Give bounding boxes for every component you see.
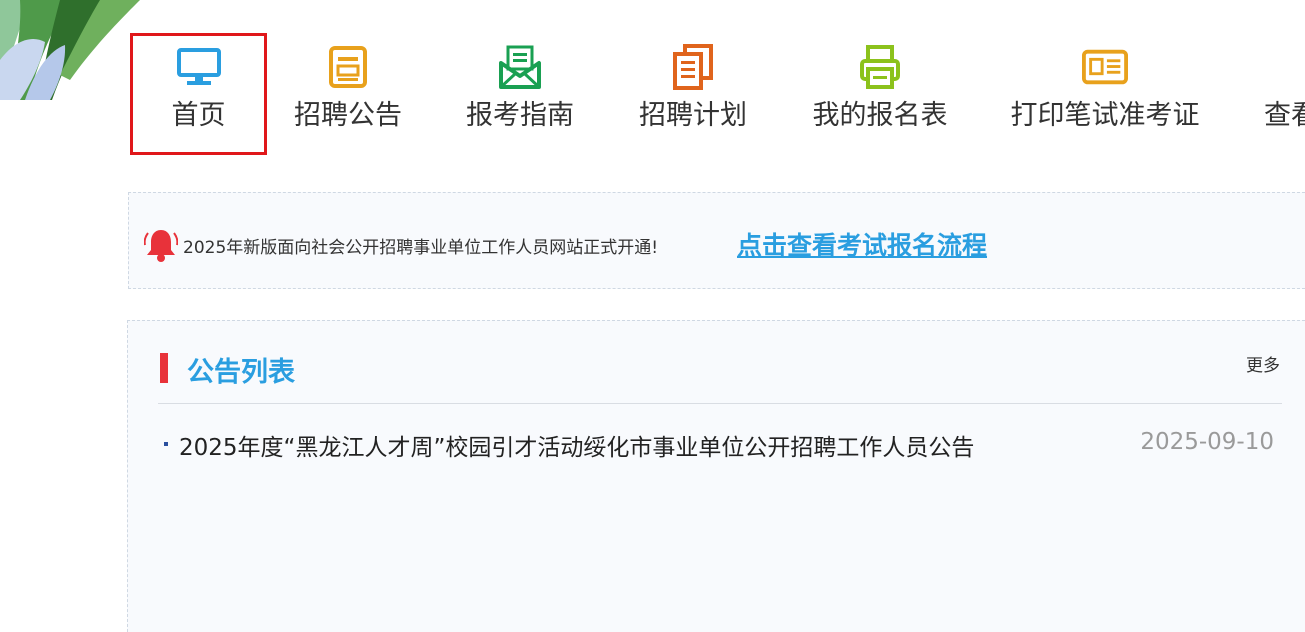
top-navigation: 首页 招聘公告 报考指南 招聘计划 我的报名表 打印笔试准考证 查看	[0, 0, 1305, 160]
bell-icon	[144, 230, 178, 262]
announcement-date: 2025-09-10	[1140, 429, 1274, 455]
registration-printer-icon	[857, 44, 903, 90]
nav-item-home[interactable]: 首页	[130, 33, 267, 155]
nav-label-view: 查看	[1264, 100, 1305, 131]
nav-item-my-registration[interactable]: 我的报名表	[800, 36, 960, 154]
title-accent-bar	[160, 353, 168, 383]
announcement-list: 2025年度“黑龙江人才周”校园引才活动绥化市事业单位公开招聘工作人员公告 20…	[158, 426, 1282, 466]
nav-item-exam-guide[interactable]: 报考指南	[452, 36, 588, 154]
announcement-icon	[325, 44, 371, 90]
more-link[interactable]: 更多	[1246, 351, 1280, 376]
nav-item-view[interactable]: 查看	[1240, 36, 1305, 154]
monitor-icon	[176, 44, 222, 90]
registration-process-link[interactable]: 点击查看考试报名流程	[737, 226, 987, 262]
announcement-title[interactable]: 2025年度“黑龙江人才周”校园引才活动绥化市事业单位公开招聘工作人员公告	[179, 428, 974, 462]
notice-bar: 2025年新版面向社会公开招聘事业单位工作人员网站正式开通! 点击查看考试报名流…	[128, 192, 1305, 289]
nav-label-exam-guide: 报考指南	[466, 100, 574, 131]
nav-label-recruitment-plan: 招聘计划	[639, 100, 747, 131]
id-card-icon	[1082, 44, 1128, 90]
list-bullet	[164, 442, 168, 446]
panel-title: 公告列表	[187, 357, 295, 388]
nav-item-recruitment-plan[interactable]: 招聘计划	[625, 36, 761, 154]
panel-divider	[158, 403, 1282, 404]
view-icon	[1240, 44, 1286, 90]
announcement-panel: 公告列表 更多 2025年度“黑龙江人才周”校园引才活动绥化市事业单位公开招聘工…	[127, 320, 1305, 632]
nav-label-my-registration: 我的报名表	[812, 100, 948, 131]
page: 首页 招聘公告 报考指南 招聘计划 我的报名表 打印笔试准考证 查看 2025年…	[0, 0, 1305, 632]
nav-item-recruitment-announcement[interactable]: 招聘公告	[280, 36, 416, 154]
guide-mail-icon	[497, 44, 543, 90]
list-item[interactable]: 2025年度“黑龙江人才周”校园引才活动绥化市事业单位公开招聘工作人员公告 20…	[158, 426, 1282, 466]
plan-document-icon	[670, 44, 716, 90]
nav-label-recruitment-announcement: 招聘公告	[294, 100, 402, 131]
nav-item-print-admission-ticket[interactable]: 打印笔试准考证	[1005, 36, 1205, 154]
nav-label-print-admission-ticket: 打印笔试准考证	[1010, 100, 1200, 131]
notice-text: 2025年新版面向社会公开招聘事业单位工作人员网站正式开通!	[183, 238, 659, 258]
nav-label-home: 首页	[171, 100, 226, 131]
